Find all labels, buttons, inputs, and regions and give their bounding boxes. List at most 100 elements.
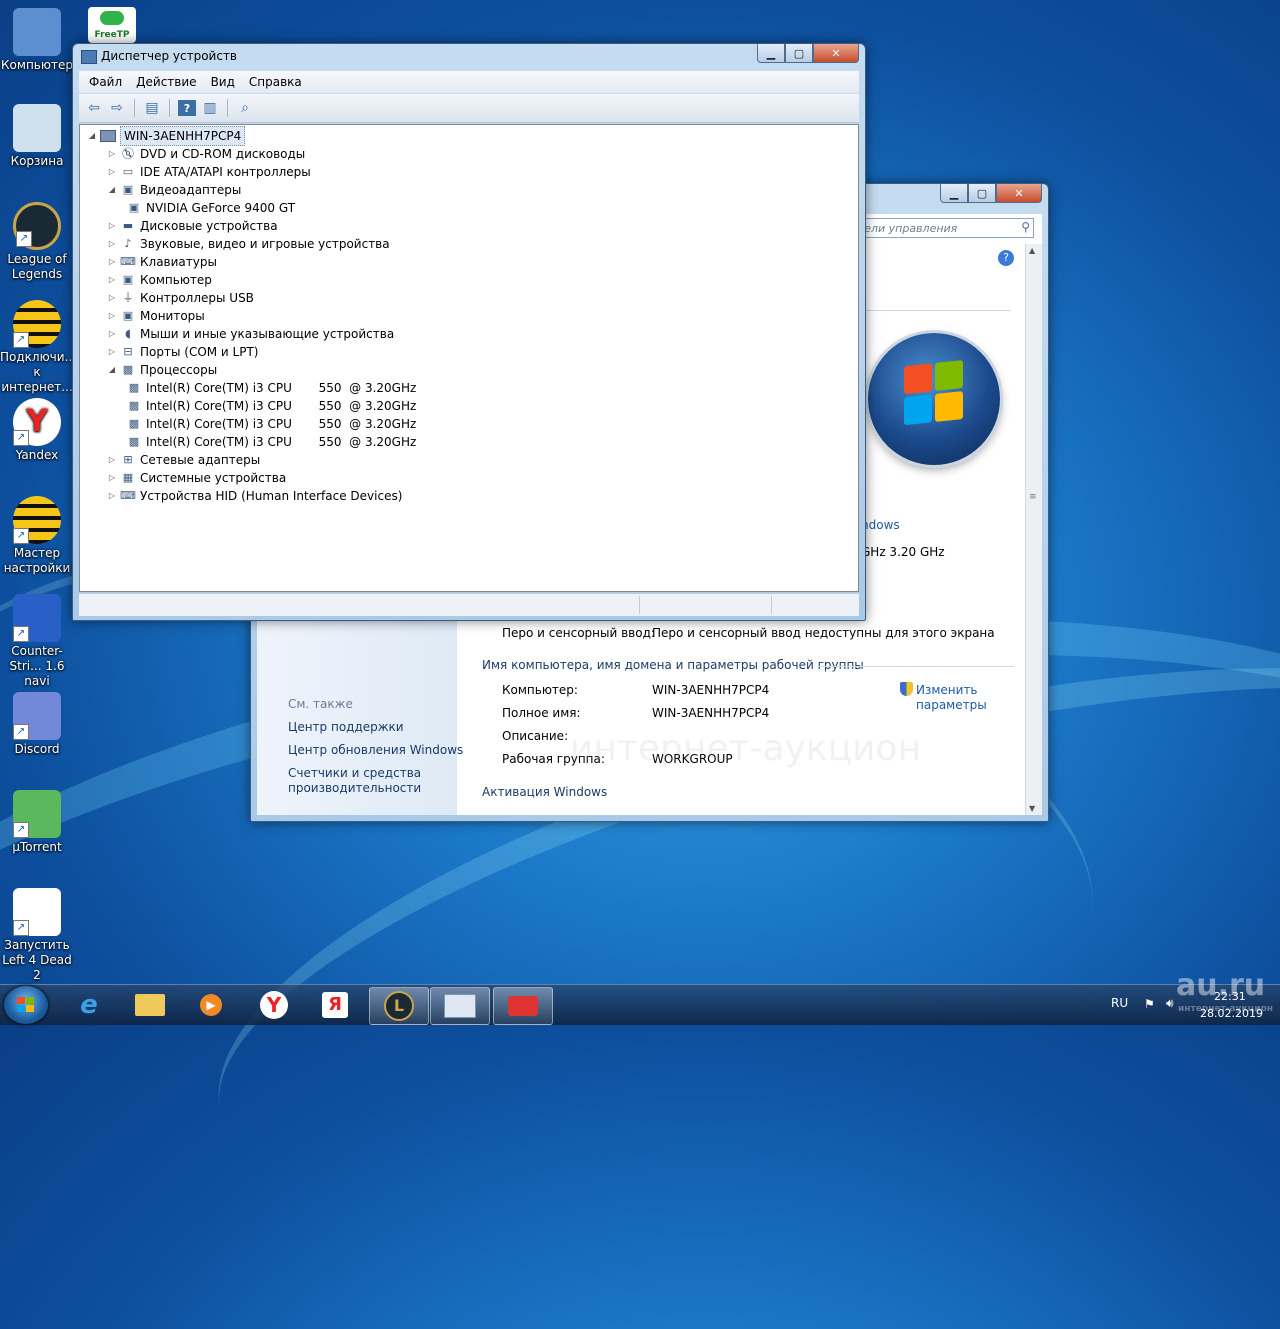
tree-device[interactable]: ▩ Intel(R) Core(TM) i3 CPU 550 @ 3.20GHz <box>124 415 417 433</box>
desktop-icon[interactable]: Корзина <box>0 104 74 169</box>
tree-category[interactable]: ▷ 💿︎ DVD и CD-ROM дисководы <box>106 145 305 163</box>
tree-category[interactable]: ◢ ▣ Видеоадаптеры <box>106 181 241 199</box>
control-panel-taskbar-icon[interactable] <box>430 987 490 1025</box>
tree-device[interactable]: ▩ Intel(R) Core(TM) i3 CPU 550 @ 3.20GHz <box>124 433 417 451</box>
tree-category[interactable]: ▷ ◖ Мыши и иные указывающие устройства <box>106 325 394 343</box>
league-of-legends-taskbar-icon[interactable]: L <box>369 987 429 1025</box>
tree-category[interactable]: ▷ ♪ Звуковые, видео и игровые устройства <box>106 235 390 253</box>
internet-explorer-icon[interactable]: e <box>60 987 118 1023</box>
tree-category[interactable]: ◢ ▩ Процессоры <box>106 361 217 379</box>
tree-category[interactable]: ▷ ⏚ Контроллеры USB <box>106 289 254 307</box>
windows-edition-link[interactable]: ndows <box>861 518 900 532</box>
media-player-icon[interactable]: ▶ <box>182 987 240 1023</box>
expand-arrow-icon[interactable]: ▷ <box>106 235 118 253</box>
disk-drive-icon: ▬ <box>122 219 134 232</box>
device-manager-icon <box>81 50 97 64</box>
pen-value: Перо и сенсорный ввод недоступны для это… <box>652 626 995 640</box>
tree-category[interactable]: ▷ ⊞ Сетевые адаптеры <box>106 451 260 469</box>
tree-category[interactable]: ▷ ▬ Дисковые устройства <box>106 217 278 235</box>
show-hide-console-tree-icon[interactable]: ▤ <box>143 100 161 116</box>
expand-arrow-icon[interactable]: ▷ <box>106 487 118 505</box>
start-button[interactable] <box>4 986 48 1024</box>
desktop-icon[interactable]: ↗ Discord <box>0 692 74 757</box>
computer-value: WIN-3AENHH7PCP4 <box>652 683 770 697</box>
expand-arrow-icon[interactable]: ▷ <box>106 163 118 181</box>
toolbox-taskbar-icon[interactable] <box>493 987 553 1025</box>
expand-arrow-icon[interactable]: ▷ <box>106 289 118 307</box>
performance-link[interactable]: Счетчики и средства производительности <box>288 766 448 796</box>
windows-update-link[interactable]: Центр обновления Windows <box>288 743 463 757</box>
change-settings-link[interactable]: Изменить параметры <box>916 683 987 713</box>
tree-category[interactable]: ▷ ⌨ Клавиатуры <box>106 253 217 271</box>
tree-category[interactable]: ▷ ▦ Системные устройства <box>106 469 286 487</box>
forward-arrow-icon[interactable]: ⇨ <box>108 100 126 116</box>
collapse-arrow-icon[interactable]: ◢ <box>86 127 98 145</box>
expand-arrow-icon[interactable]: ▷ <box>106 343 118 361</box>
desktop-icon[interactable]: Компьютер <box>0 8 74 73</box>
expand-arrow-icon[interactable]: ▷ <box>106 217 118 235</box>
windows-logo-icon <box>17 997 35 1013</box>
expand-arrow-icon[interactable]: ▷ <box>106 451 118 469</box>
tree-device[interactable]: ▩ Intel(R) Core(TM) i3 CPU 550 @ 3.20GHz <box>124 379 417 397</box>
desktop-icon[interactable]: ↗ League of Legends <box>0 202 74 282</box>
expand-arrow-icon[interactable]: ▷ <box>106 145 118 163</box>
close-button[interactable]: ✕ <box>996 184 1042 203</box>
desktop-icon[interactable]: Y ↗ Yandex <box>0 398 74 463</box>
toolbar: ⇦ ⇨ ▤ ? ▥ ⌕ <box>79 94 859 123</box>
tree-label: Контроллеры USB <box>140 291 254 305</box>
counter-strike-icon: ↗ <box>13 594 61 642</box>
help-icon[interactable]: ? <box>178 100 196 116</box>
tree-category[interactable]: ▷ ▭ IDE ATA/ATAPI контроллеры <box>106 163 311 181</box>
pen-label: Перо и сенсорный ввод: <box>502 626 655 640</box>
expand-arrow-icon[interactable]: ▷ <box>106 271 118 289</box>
yandex-browser-icon[interactable]: Y <box>245 987 303 1023</box>
desktop-icon-label: Counter-Stri... 1.6 navi <box>9 644 65 688</box>
tree-root[interactable]: ◢ WIN-3AENHH7PCP4 <box>86 126 246 146</box>
tree-device[interactable]: ▣ NVIDIA GeForce 9400 GT <box>124 199 295 217</box>
desktop-icon[interactable]: ↗ µTorrent <box>0 790 74 855</box>
vertical-scrollbar[interactable]: ▲ ▼ ≡ <box>1025 244 1042 815</box>
tree-category[interactable]: ▷ ▣ Мониторы <box>106 307 205 325</box>
language-indicator[interactable]: RU <box>1111 996 1128 1010</box>
shield-icon <box>900 682 913 696</box>
action-center-link[interactable]: Центр поддержки <box>288 720 404 734</box>
maximize-button[interactable]: ▢ <box>968 184 996 203</box>
tree-device[interactable]: ▩ Intel(R) Core(TM) i3 CPU 550 @ 3.20GHz <box>124 397 417 415</box>
properties-icon[interactable]: ▥ <box>201 100 219 116</box>
expand-arrow-icon[interactable]: ▷ <box>106 253 118 271</box>
search-icon[interactable]: ⚲ <box>1021 220 1030 234</box>
collapse-arrow-icon[interactable]: ◢ <box>106 361 118 379</box>
tree-category[interactable]: ▷ ▣ Компьютер <box>106 271 212 289</box>
ide-controller-icon: ▭ <box>122 165 134 178</box>
expand-arrow-icon[interactable]: ▷ <box>106 469 118 487</box>
tree-category[interactable]: ▷ ⌨ Устройства HID (Human Interface Device… <box>106 487 402 505</box>
volume-icon[interactable]: 🔊︎ <box>1166 996 1174 1011</box>
desktop-icon[interactable]: ↗ Запустить Left 4 Dead 2 <box>0 888 74 983</box>
status-bar <box>79 593 859 616</box>
menu-file[interactable]: Файл <box>89 75 122 89</box>
yandex-icon[interactable]: Я <box>306 987 364 1023</box>
search-input[interactable]: нели управления <box>850 218 1034 238</box>
expand-arrow-icon[interactable]: ▷ <box>106 325 118 343</box>
explorer-icon[interactable] <box>121 987 179 1023</box>
desktop-icon[interactable]: ↗ Counter-Stri... 1.6 navi <box>0 594 74 689</box>
help-icon[interactable]: ? <box>998 250 1014 266</box>
minimize-button[interactable]: ▁ <box>940 184 968 203</box>
action-center-icon[interactable]: ⚑ <box>1144 997 1155 1011</box>
collapse-arrow-icon[interactable]: ◢ <box>106 181 118 199</box>
back-arrow-icon[interactable]: ⇦ <box>85 100 103 116</box>
menu-help[interactable]: Справка <box>249 75 302 89</box>
desktop-icon[interactable]: ↗ Подключи... к интернет... <box>0 300 76 395</box>
maximize-button[interactable]: ▢ <box>785 44 813 63</box>
minimize-button[interactable]: ▁ <box>757 44 785 63</box>
menu-action[interactable]: Действие <box>136 75 196 89</box>
freetp-icon[interactable]: FreeTP <box>88 7 136 43</box>
tree-category[interactable]: ▷ ⊟ Порты (COM и LPT) <box>106 343 259 361</box>
desktop-icon-label: Компьютер <box>1 58 73 72</box>
desktop-icon[interactable]: ↗ Мастер настройки <box>0 496 74 576</box>
expand-arrow-icon[interactable]: ▷ <box>106 307 118 325</box>
device-manager-titlebar[interactable]: Диспетчер устройств ▁ ▢ ✕ <box>73 44 865 70</box>
close-button[interactable]: ✕ <box>813 44 859 63</box>
menu-view[interactable]: Вид <box>211 75 235 89</box>
scan-hardware-icon[interactable]: ⌕ <box>236 100 254 116</box>
